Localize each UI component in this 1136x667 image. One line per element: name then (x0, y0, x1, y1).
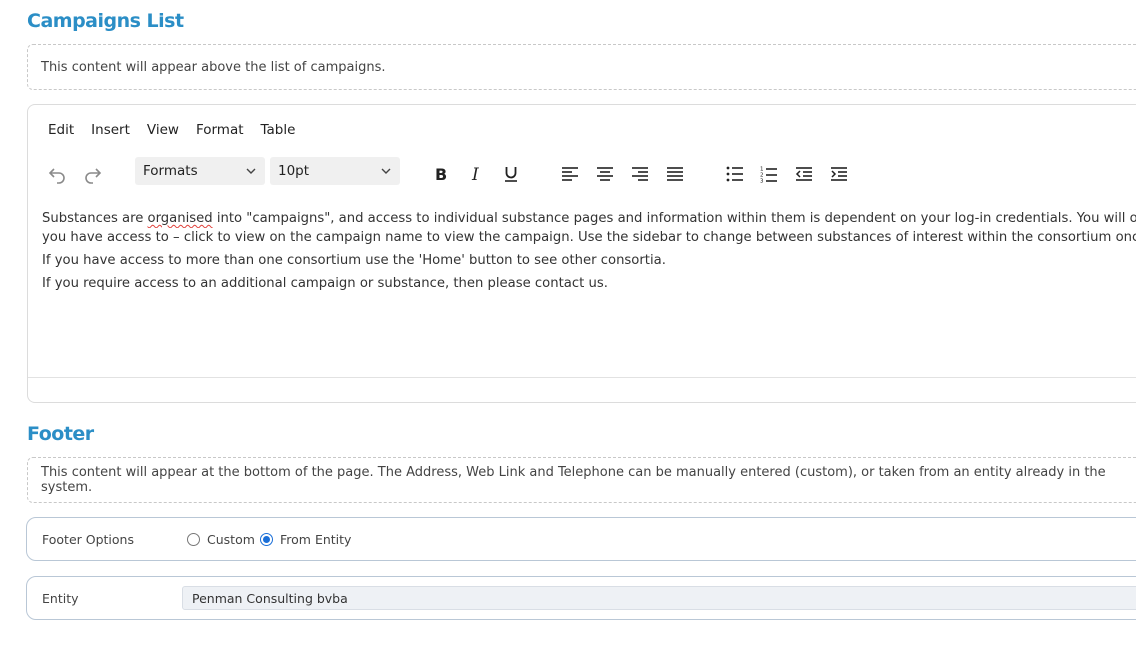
footer-hint-text: This content will appear at the bottom o… (41, 465, 1106, 495)
radio-from-entity-label: From Entity (280, 531, 352, 547)
entity-input-value: Penman Consulting bvba (192, 590, 348, 606)
footer-title: Footer (27, 423, 94, 445)
editor-menubar: Edit Insert View Format Table (48, 122, 312, 138)
spellcheck-word: organised (147, 211, 213, 226)
align-center-icon[interactable] (592, 161, 618, 187)
formats-select[interactable]: Formats (135, 157, 265, 185)
entity-label: Entity (42, 590, 79, 606)
campaigns-hint: This content will appear above the list … (27, 44, 1136, 90)
entity-input[interactable]: Penman Consulting bvba (182, 586, 1136, 610)
indent-icon[interactable] (826, 161, 852, 187)
entity-row: Entity Penman Consulting bvba (26, 576, 1136, 620)
editor-paragraph-2: If you have access to more than one cons… (42, 253, 666, 268)
menu-format[interactable]: Format (196, 122, 244, 138)
paragraph-1-text-cont: into "campaigns", and access to individu… (216, 211, 1136, 226)
footer-hint: This content will appear at the bottom o… (27, 457, 1136, 503)
numbered-list-icon[interactable]: 123 (756, 161, 782, 187)
menu-insert[interactable]: Insert (91, 122, 130, 138)
bullet-list-icon[interactable] (722, 161, 748, 187)
footer-options-label: Footer Options (42, 531, 134, 547)
radio-from-entity-control[interactable] (260, 532, 273, 546)
outdent-icon[interactable] (791, 161, 817, 187)
undo-icon[interactable] (44, 161, 70, 187)
align-justify-icon[interactable] (662, 161, 688, 187)
editor-paragraph-3: If you require access to an additional c… (42, 276, 608, 291)
radio-from-entity[interactable]: From Entity (260, 532, 351, 547)
menu-table[interactable]: Table (261, 122, 296, 138)
radio-custom-control[interactable] (187, 532, 200, 546)
svg-text:3: 3 (760, 178, 764, 183)
rich-text-editor: Edit Insert View Format Table Formats 10… (27, 104, 1136, 403)
chevron-down-icon (246, 168, 256, 174)
editor-toolbar: Formats 10pt B I 1 2 3 (28, 155, 1136, 195)
editor-paragraph-1-line-2: you have access to – click to view on th… (42, 230, 1136, 245)
bold-icon[interactable]: B (428, 161, 454, 187)
menu-view[interactable]: View (147, 122, 179, 138)
align-right-icon[interactable] (627, 161, 653, 187)
campaigns-hint-text: This content will appear above the list … (41, 59, 386, 75)
paragraph-1-text: Substances are (42, 211, 148, 226)
editor-paragraph-1: Substances are organised into "campaigns… (42, 209, 1136, 228)
editor-content-area[interactable]: Substances are organised into "campaigns… (42, 209, 1136, 293)
radio-custom[interactable]: Custom (187, 532, 255, 547)
font-size-select-value: 10pt (278, 163, 310, 179)
align-left-icon[interactable] (557, 161, 583, 187)
campaigns-list-title: Campaigns List (27, 10, 184, 32)
redo-icon[interactable] (80, 161, 106, 187)
editor-statusbar (28, 377, 1136, 403)
font-size-select[interactable]: 10pt (270, 157, 400, 185)
underline-icon[interactable] (498, 161, 524, 187)
menu-edit[interactable]: Edit (48, 122, 74, 138)
chevron-down-icon (381, 168, 391, 174)
footer-options-row: Footer Options Custom From Entity (26, 517, 1136, 561)
radio-custom-label: Custom (207, 531, 255, 547)
svg-text:B: B (435, 165, 447, 183)
formats-select-value: Formats (143, 163, 198, 179)
italic-icon[interactable]: I (463, 161, 489, 187)
svg-text:I: I (471, 165, 479, 183)
